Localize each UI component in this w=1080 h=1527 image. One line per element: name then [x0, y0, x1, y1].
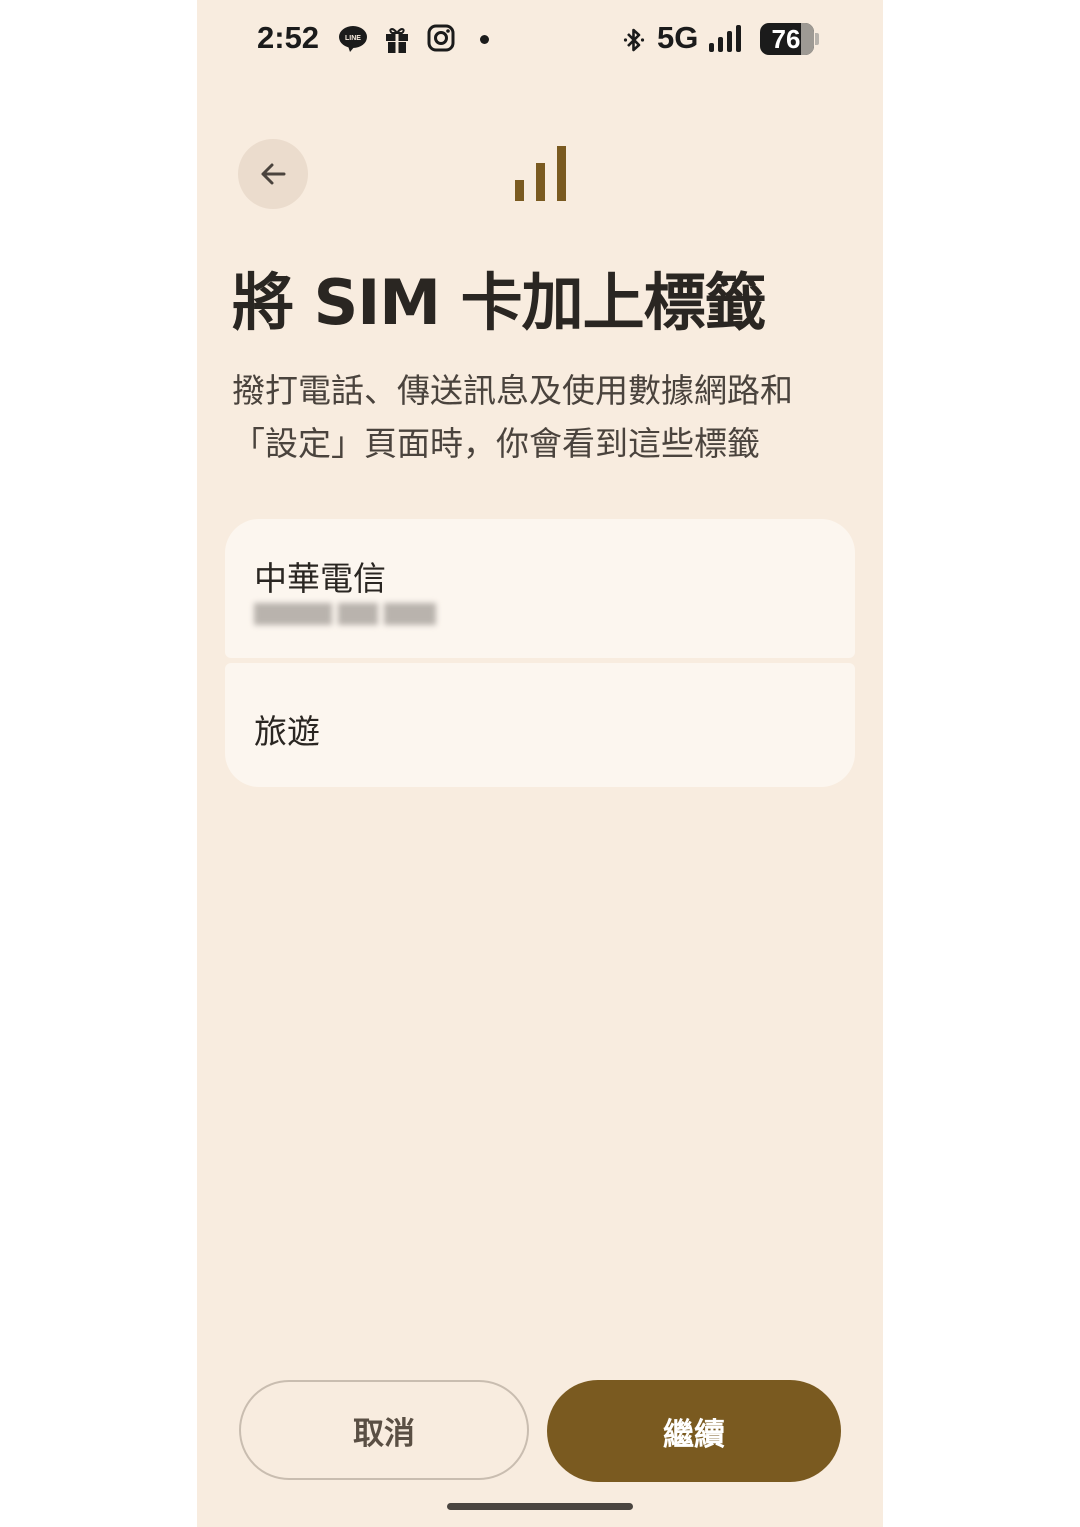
- battery-indicator: 76: [760, 23, 819, 55]
- sim-card-label: 中華電信: [254, 559, 386, 598]
- sim-card-item-travel[interactable]: 旅遊: [225, 663, 855, 787]
- signal-bars-icon: [515, 146, 569, 206]
- sim-card-item-chunghwa[interactable]: 中華電信: [225, 519, 855, 658]
- phone-screen: 2:52 LINE 5G 76 將 SIM 卡加上標籤 撥打電話、傳送訊息及使用…: [197, 0, 883, 1527]
- sim-phone-number-obscured: [254, 603, 446, 629]
- battery-percentage: 76: [771, 24, 801, 54]
- cancel-button[interactable]: 取消: [239, 1380, 529, 1480]
- back-button[interactable]: [238, 139, 308, 209]
- sim-card-list: 中華電信 旅遊: [225, 519, 855, 787]
- status-time: 2:52: [257, 20, 320, 55]
- network-type: 5G: [657, 20, 699, 55]
- home-indicator[interactable]: [447, 1503, 633, 1510]
- gift-icon: [384, 24, 410, 58]
- page-title: 將 SIM 卡加上標籤: [232, 266, 767, 339]
- sim-card-label: 旅遊: [254, 712, 320, 751]
- continue-button[interactable]: 繼續: [547, 1380, 841, 1482]
- notification-dot-icon: [480, 35, 489, 44]
- instagram-icon: [427, 24, 455, 56]
- arrow-left-icon: [261, 163, 286, 185]
- page-description: 撥打電話、傳送訊息及使用數據網路和「設定」頁面時，你會看到這些標籤: [232, 371, 793, 463]
- line-app-icon: LINE: [338, 24, 368, 58]
- battery-body: 76: [760, 23, 814, 55]
- line-icon-text: LINE: [345, 35, 361, 42]
- status-bar: 2:52 LINE 5G 76: [197, 0, 883, 80]
- battery-cap: [815, 33, 819, 45]
- cell-signal-icon: [708, 25, 748, 57]
- bluetooth-icon: [623, 26, 645, 58]
